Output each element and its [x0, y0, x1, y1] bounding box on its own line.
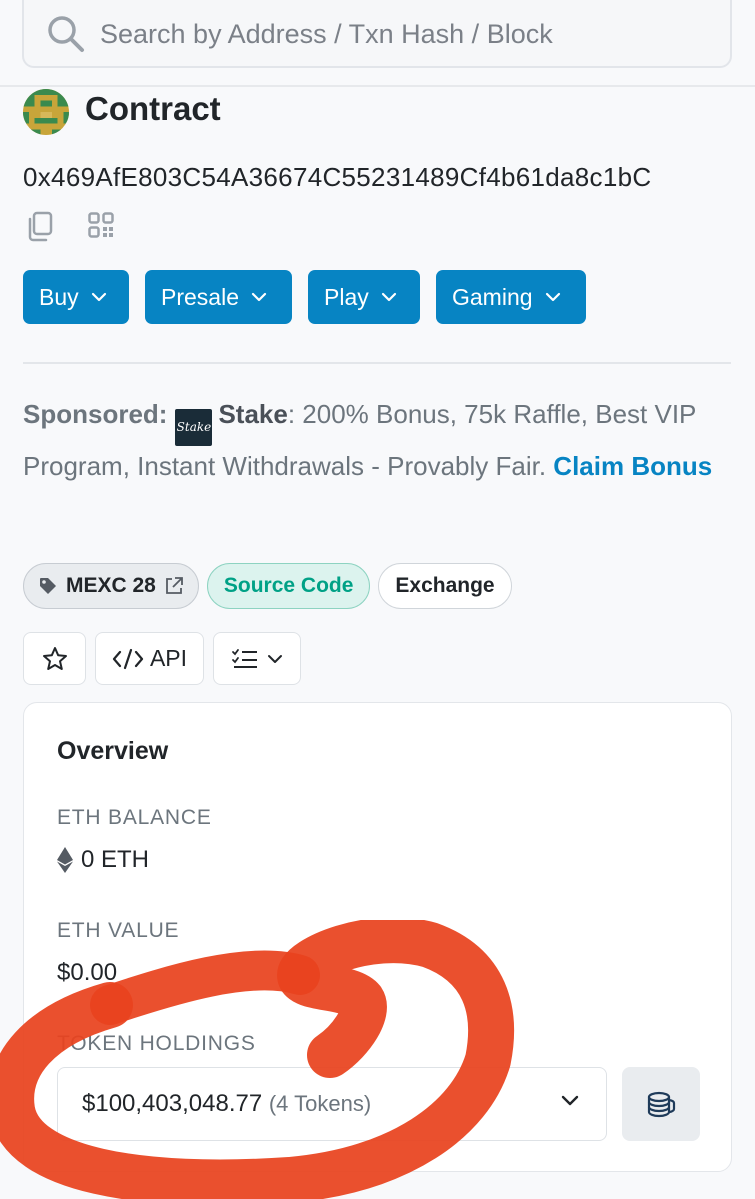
- page-title: Contract: [85, 90, 221, 127]
- buy-menu-button[interactable]: Buy: [23, 270, 129, 324]
- chevron-down-icon: [561, 1095, 579, 1106]
- eth-value-amount: $0.00: [57, 959, 118, 986]
- divider: [0, 85, 755, 87]
- chevron-down-icon: [545, 292, 560, 302]
- eth-balance: 0 ETH: [57, 846, 149, 874]
- list-check-icon: [232, 648, 257, 668]
- chevron-down-icon: [268, 654, 282, 663]
- eth-balance-value: 0 ETH: [81, 846, 150, 873]
- action-row: API: [23, 632, 301, 685]
- chevron-down-icon: [91, 292, 106, 302]
- search-icon: [46, 14, 86, 59]
- token-holdings-dropdown[interactable]: $100,403,048.77 (4 Tokens): [57, 1067, 607, 1141]
- source-code-tag[interactable]: Source Code: [206, 563, 371, 609]
- play-label: Play: [324, 283, 369, 310]
- chevron-down-icon: [251, 292, 267, 302]
- avatar: [23, 89, 69, 135]
- stake-logo: Stake: [175, 409, 213, 446]
- buy-label: Buy: [39, 283, 79, 310]
- tag-row: MEXC 28 Source Code Exchange: [23, 563, 512, 609]
- overview-title: Overview: [57, 737, 169, 765]
- api-label: API: [149, 645, 188, 671]
- more-options-button[interactable]: [213, 632, 301, 685]
- coins-icon: [647, 1091, 676, 1118]
- mexc-tag-label: MEXC 28: [66, 574, 156, 597]
- search-bar[interactable]: [22, 0, 732, 68]
- contract-address: 0x469AfE803C54A36674C55231489Cf4b61da8c1…: [23, 162, 652, 192]
- token-holdings-count: (4 Tokens): [268, 1091, 372, 1116]
- sponsored-label: Sponsored:: [23, 399, 168, 429]
- qr-code-icon[interactable]: [88, 212, 114, 243]
- sponsored-banner: Sponsored: Stake Stake: 200% Bonus, 75k Ra…: [23, 394, 735, 487]
- token-holdings-value: $100,403,048.77: [82, 1090, 263, 1117]
- favorite-button[interactable]: [23, 632, 86, 685]
- eth-balance-label: ETH BALANCE: [57, 806, 212, 829]
- play-menu-button[interactable]: Play: [308, 270, 420, 324]
- copy-icon[interactable]: [26, 211, 54, 248]
- chevron-down-icon: [381, 292, 396, 302]
- overview-card: Overview ETH BALANCE 0 ETH ETH VALUE $0.…: [23, 702, 732, 1172]
- eth-value-label: ETH VALUE: [57, 919, 180, 942]
- menu-button-row: Buy Presale Play Gaming: [23, 270, 586, 324]
- sponsored-brand: Stake: [218, 399, 288, 429]
- api-button[interactable]: API: [95, 632, 204, 685]
- mexc-tag[interactable]: MEXC 28: [23, 563, 199, 609]
- presale-label: Presale: [161, 283, 239, 310]
- code-icon: [112, 648, 144, 669]
- search-input[interactable]: [100, 14, 580, 54]
- star-icon: [42, 646, 67, 670]
- gaming-label: Gaming: [452, 283, 533, 310]
- gaming-menu-button[interactable]: Gaming: [436, 270, 586, 324]
- page: Contract 0x469AfE803C54A36674C55231489Cf…: [0, 0, 755, 1199]
- exchange-tag[interactable]: Exchange: [378, 563, 512, 609]
- ethereum-icon: [57, 847, 73, 873]
- divider: [23, 362, 731, 364]
- token-holdings-summary: $100,403,048.77 (4 Tokens): [82, 1090, 371, 1118]
- token-list-button[interactable]: [622, 1067, 700, 1141]
- external-link-icon: [165, 577, 183, 594]
- tag-icon: [40, 578, 56, 594]
- presale-menu-button[interactable]: Presale: [145, 270, 292, 324]
- token-holdings-label: TOKEN HOLDINGS: [57, 1032, 256, 1055]
- claim-bonus-link[interactable]: Claim Bonus: [553, 451, 712, 481]
